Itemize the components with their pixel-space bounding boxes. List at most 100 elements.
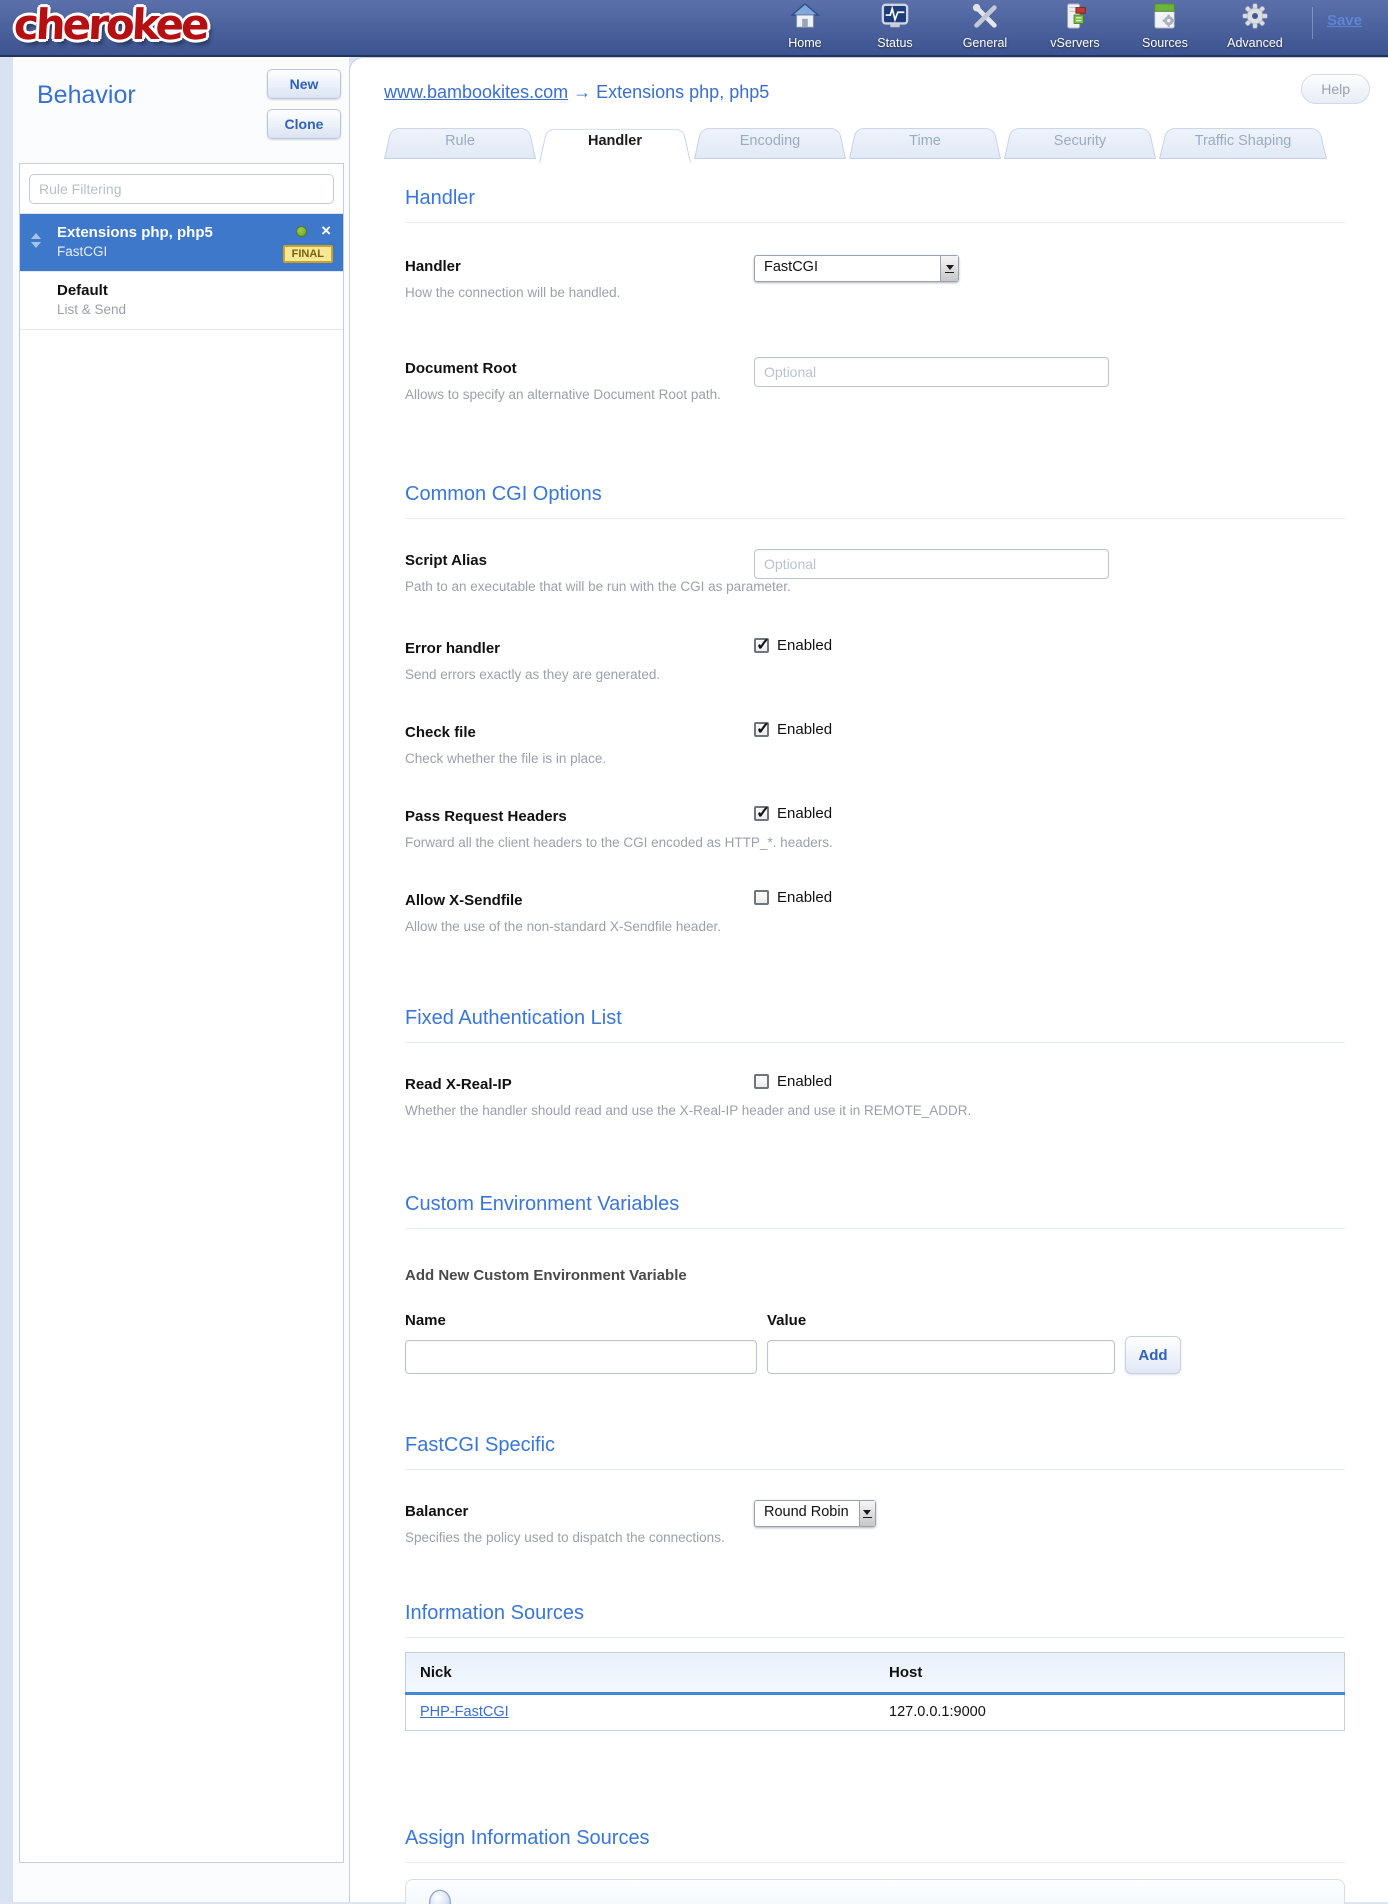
nav-label: Advanced [1227, 36, 1283, 50]
close-icon[interactable]: × [321, 221, 331, 241]
entry-script-alias: Script Alias Path to an executable that … [405, 549, 1345, 595]
rule-title: Extensions php, php5 [57, 224, 333, 241]
breadcrumb-site-link[interactable]: www.bambookites.com [384, 82, 568, 102]
entry-label: Error handler [405, 637, 1345, 657]
nav-item-sources[interactable]: Sources [1134, 2, 1196, 50]
check-file-checkbox[interactable] [754, 722, 769, 737]
breadcrumb-arrow: → [573, 82, 591, 102]
entry-desc: Whether the handler should read and use … [405, 1103, 1345, 1118]
add-env-button[interactable]: Add [1125, 1336, 1181, 1374]
chevron-down-icon [940, 256, 958, 281]
behavior-sidebar: Behavior New Clone Extensions php, php5 … [0, 57, 349, 1902]
entry-allow-x-sendfile: Allow X-Sendfile Enabled Allow the use o… [405, 889, 1345, 935]
nav-item-home[interactable]: Home [774, 2, 836, 50]
top-navbar: cherokee Home Status General vServers [0, 0, 1388, 57]
navbar-menu: Home Status General vServers Sources [774, 2, 1286, 53]
env-value-label: Value [767, 1312, 1115, 1329]
sidebar-left-strip [0, 57, 13, 1902]
rule-item-default[interactable]: Default List & Send [20, 272, 343, 330]
entry-desc: How the connection will be handled. [405, 285, 1345, 300]
tab-traffic-shaping[interactable]: Traffic Shaping [1159, 125, 1327, 159]
column-header-host: Host [875, 1653, 1345, 1694]
rule-title: Default [57, 282, 333, 299]
handler-select-value: FastCGI [755, 256, 940, 281]
add-env-subheading: Add New Custom Environment Variable [405, 1267, 1345, 1284]
breadcrumb: www.bambookites.com → Extensions php, ph… [384, 82, 1348, 103]
save-button[interactable]: Save [1327, 12, 1362, 29]
section-heading-fixed-auth: Fixed Authentication List [405, 1007, 1345, 1043]
tab-rule[interactable]: Rule [384, 125, 536, 159]
table-row: PHP-FastCGI 127.0.0.1:9000 [406, 1694, 1345, 1731]
cherokee-logo[interactable]: cherokee [13, 0, 208, 49]
nav-label: Sources [1142, 36, 1188, 50]
source-nick-link[interactable]: PHP-FastCGI [420, 1704, 509, 1720]
section-heading-custom-env: Custom Environment Variables [405, 1193, 1345, 1229]
entry-desc: Specifies the policy used to dispatch th… [405, 1530, 1345, 1545]
entry-label: Check file [405, 721, 1345, 741]
help-button[interactable]: Help [1301, 74, 1370, 104]
rule-item-extensions-php[interactable]: Extensions php, php5 FastCGI × FINAL [20, 214, 343, 272]
information-sources-table: Nick Host PHP-FastCGI 127.0.0.1:9000 [405, 1652, 1345, 1731]
new-rule-button[interactable]: New [267, 69, 341, 99]
rule-tabs: Rule Handler Encoding Time Security Traf… [384, 125, 1388, 159]
entry-label: Pass Request Headers [405, 805, 1345, 825]
pass-headers-checkbox[interactable] [754, 806, 769, 821]
nav-label: Home [788, 36, 821, 50]
tab-handler[interactable]: Handler [539, 125, 691, 159]
x-real-ip-checkbox[interactable] [754, 1074, 769, 1089]
entry-desc: Send errors exactly as they are generate… [405, 667, 1345, 682]
main-panel: www.bambookites.com → Extensions php, ph… [349, 57, 1388, 1902]
sources-icon [1150, 2, 1180, 35]
nav-label: Status [877, 36, 912, 50]
status-icon [880, 2, 910, 35]
nav-item-vservers[interactable]: vServers [1044, 2, 1106, 50]
vservers-icon [1060, 2, 1090, 35]
balancer-select[interactable]: Round Robin [754, 1500, 876, 1527]
rule-filter-input[interactable] [29, 174, 334, 204]
section-heading-handler: Handler [405, 187, 1345, 223]
chevron-down-icon [859, 1501, 875, 1526]
table-header-row: Nick Host [406, 1653, 1345, 1694]
entry-desc: Path to an executable that will be run w… [405, 579, 1345, 594]
handler-select[interactable]: FastCGI [754, 255, 959, 282]
entry-desc: Allows to specify an alternative Documen… [405, 387, 1345, 402]
rule-enabled-dot[interactable] [296, 226, 307, 237]
entry-desc: Forward all the client headers to the CG… [405, 835, 1345, 850]
tab-time[interactable]: Time [849, 125, 1001, 159]
balancer-select-value: Round Robin [755, 1501, 859, 1526]
env-value-input[interactable] [767, 1340, 1115, 1374]
section-heading-cgi: Common CGI Options [405, 483, 1345, 519]
entry-pass-request-headers: Pass Request Headers Enabled Forward all… [405, 805, 1345, 851]
checkbox-label: Enabled [777, 1073, 832, 1090]
document-root-input[interactable] [754, 357, 1109, 387]
nav-item-advanced[interactable]: Advanced [1224, 2, 1286, 50]
section-heading-info-sources: Information Sources [405, 1602, 1345, 1638]
general-icon [970, 2, 1000, 35]
lightbulb-icon [424, 1888, 456, 1904]
drag-handle-icon[interactable] [31, 233, 41, 248]
entry-error-handler: Error handler Enabled Send errors exactl… [405, 637, 1345, 683]
checkbox-label: Enabled [777, 805, 832, 822]
rule-list-panel: Extensions php, php5 FastCGI × FINAL Def… [19, 163, 344, 1863]
navbar-divider [1312, 7, 1313, 39]
clone-rule-button[interactable]: Clone [267, 109, 341, 139]
script-alias-input[interactable] [754, 549, 1109, 579]
section-heading-assign: Assign Information Sources [405, 1827, 1345, 1863]
entry-read-x-real-ip: Read X-Real-IP Enabled Whether the handl… [405, 1073, 1345, 1119]
entry-handler: Handler FastCGI How the connection will … [405, 255, 1345, 301]
nav-item-status[interactable]: Status [864, 2, 926, 50]
entry-document-root: Document Root Allows to specify an alter… [405, 357, 1345, 403]
tab-security[interactable]: Security [1004, 125, 1156, 159]
sidebar-title: Behavior [37, 81, 136, 110]
env-name-input[interactable] [405, 1340, 757, 1374]
tab-encoding[interactable]: Encoding [694, 125, 846, 159]
entry-check-file: Check file Enabled Check whether the fil… [405, 721, 1345, 767]
source-host-cell: 127.0.0.1:9000 [875, 1694, 1345, 1731]
nav-item-general[interactable]: General [954, 2, 1016, 50]
x-sendfile-checkbox[interactable] [754, 890, 769, 905]
error-handler-checkbox[interactable] [754, 638, 769, 653]
section-heading-fastcgi: FastCGI Specific [405, 1434, 1345, 1470]
home-icon [790, 2, 820, 35]
rule-subtitle: List & Send [57, 302, 333, 317]
advanced-icon [1240, 2, 1270, 35]
